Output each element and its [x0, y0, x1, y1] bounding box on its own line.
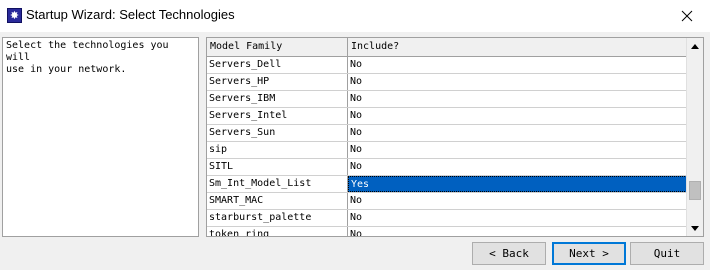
- sparkle-icon: ✸: [7, 8, 22, 23]
- model-family-cell[interactable]: token_ring: [207, 227, 348, 236]
- instructions-panel: Select the technologies you will use in …: [2, 37, 199, 237]
- table-row[interactable]: Servers_Sun No: [207, 125, 687, 142]
- table-row[interactable]: starburst_palette No: [207, 210, 687, 227]
- next-button[interactable]: Next >: [552, 242, 626, 265]
- model-family-cell[interactable]: Servers_Dell: [207, 57, 348, 73]
- model-family-cell[interactable]: starburst_palette: [207, 210, 348, 226]
- table-row[interactable]: SITL No: [207, 159, 687, 176]
- table-row[interactable]: Servers_IBM No: [207, 91, 687, 108]
- include-cell[interactable]: No: [348, 193, 687, 209]
- column-header-include[interactable]: Include?: [348, 38, 687, 56]
- model-family-cell[interactable]: Servers_Sun: [207, 125, 348, 141]
- table-row[interactable]: SMART_MAC No: [207, 193, 687, 210]
- include-cell[interactable]: No: [348, 74, 687, 90]
- include-cell[interactable]: No: [348, 57, 687, 73]
- quit-button[interactable]: Quit: [630, 242, 704, 265]
- table-header: Model Family Include?: [207, 38, 687, 57]
- column-header-model-family[interactable]: Model Family: [207, 38, 348, 56]
- include-cell[interactable]: No: [348, 210, 687, 226]
- instructions-text: Select the technologies you will use in …: [6, 40, 169, 75]
- close-button[interactable]: [664, 0, 710, 32]
- model-family-cell[interactable]: Servers_Intel: [207, 108, 348, 124]
- table-row[interactable]: Servers_Intel No: [207, 108, 687, 125]
- include-cell[interactable]: No: [348, 108, 687, 124]
- scroll-down-button[interactable]: [687, 220, 703, 236]
- table-row[interactable]: sip No: [207, 142, 687, 159]
- include-cell[interactable]: No: [348, 142, 687, 158]
- model-family-cell[interactable]: sip: [207, 142, 348, 158]
- scroll-up-button[interactable]: [687, 38, 703, 54]
- table-row[interactable]: token_ring No: [207, 227, 687, 236]
- include-cell[interactable]: No: [348, 227, 687, 236]
- table-row[interactable]: Servers_HP No: [207, 74, 687, 91]
- window-title: Startup Wizard: Select Technologies: [26, 7, 235, 22]
- table-row[interactable]: Servers_Dell No: [207, 57, 687, 74]
- scrollbar-thumb[interactable]: [689, 181, 701, 200]
- model-family-cell[interactable]: SMART_MAC: [207, 193, 348, 209]
- table-body: Servers_Dell No Servers_HP No Servers_IBM No S…: [207, 57, 687, 236]
- model-family-cell[interactable]: SITL: [207, 159, 348, 175]
- triangle-down-icon: [691, 225, 699, 231]
- include-cell[interactable]: No: [348, 91, 687, 107]
- close-icon: [681, 10, 693, 22]
- technology-table[interactable]: Model Family Include? Servers_Dell No Serv…: [206, 37, 704, 237]
- model-family-cell[interactable]: Sm_Int_Model_List: [207, 176, 348, 192]
- triangle-up-icon: [691, 43, 699, 49]
- model-family-cell[interactable]: Servers_HP: [207, 74, 348, 90]
- model-family-cell[interactable]: Servers_IBM: [207, 91, 348, 107]
- title-bar: ✸ Startup Wizard: Select Technologies: [0, 0, 710, 32]
- table-row[interactable]: Sm_Int_Model_List Yes: [207, 176, 687, 193]
- vertical-scrollbar[interactable]: [686, 38, 703, 236]
- back-button[interactable]: < Back: [472, 242, 546, 265]
- include-cell[interactable]: No: [348, 159, 687, 175]
- include-cell[interactable]: No: [348, 125, 687, 141]
- include-cell[interactable]: Yes: [348, 176, 687, 192]
